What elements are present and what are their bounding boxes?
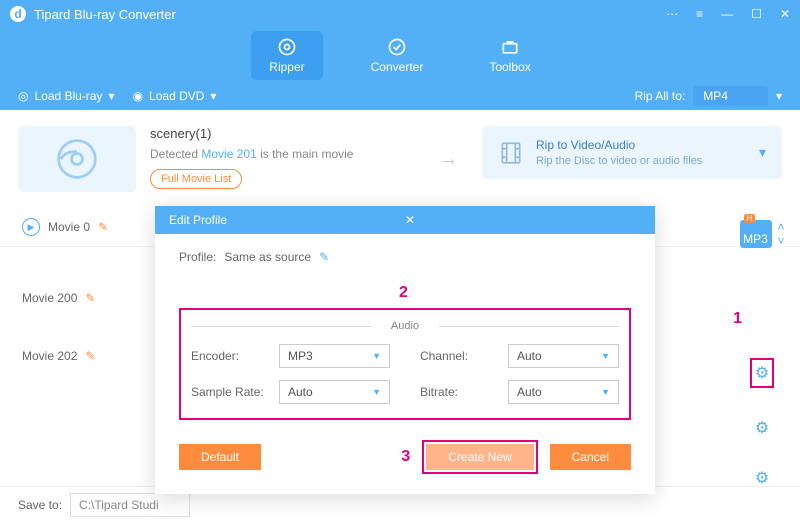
detected-movie-link[interactable]: Movie 201	[201, 147, 256, 161]
annotation-3: 3	[401, 448, 410, 466]
arrow-right-icon: →	[438, 148, 468, 171]
chevron-down-icon: ▼	[372, 387, 381, 397]
channel-select[interactable]: Auto▼	[508, 344, 619, 368]
tab-converter[interactable]: Converter	[353, 31, 442, 80]
minimize-icon[interactable]: —	[721, 7, 733, 21]
dvd-icon: ◉	[133, 89, 143, 103]
edit-profile-modal: Edit Profile ✕ Profile: Same as source ✎…	[155, 206, 655, 494]
annotation-1: 1	[733, 310, 742, 328]
create-new-button[interactable]: Create New	[426, 444, 533, 470]
chevron-down-icon: ▾	[109, 89, 115, 103]
play-icon[interactable]: ▶	[22, 218, 40, 236]
tab-toolbox[interactable]: Toolbox	[471, 31, 548, 80]
edit-icon[interactable]: ✎	[85, 291, 95, 305]
movie-title: Movie 202	[22, 349, 77, 363]
annotation-box-2: Audio Encoder: MP3▼ Channel: Auto▼ Sampl…	[179, 308, 631, 420]
app-title: Tipard Blu-ray Converter	[34, 7, 666, 22]
load-dvd-button[interactable]: ◉ Load DVD ▾	[133, 89, 217, 103]
save-label: Save to:	[18, 498, 62, 512]
gear-icon[interactable]: ⚙	[755, 365, 769, 382]
chevron-down-icon: ▼	[601, 387, 610, 397]
save-path-input[interactable]: C:\Tipard Studi	[70, 493, 190, 517]
toolbox-icon	[500, 37, 520, 57]
chevron-down-icon[interactable]: ˅	[778, 234, 785, 248]
profile-value: Same as source	[224, 250, 311, 264]
sample-rate-label: Sample Rate:	[191, 385, 269, 399]
encoder-select[interactable]: MP3▼	[279, 344, 390, 368]
cancel-button[interactable]: Cancel	[550, 444, 631, 470]
audio-section-title: Audio	[191, 320, 619, 332]
annotation-2: 2	[399, 284, 800, 302]
close-icon[interactable]: ✕	[405, 213, 641, 227]
disc-name: scenery(1)	[150, 126, 424, 141]
feedback-icon[interactable]: ⋯	[666, 7, 678, 21]
gear-icon[interactable]: ⚙	[755, 468, 769, 488]
rip-card-sub: Rip the Disc to video or audio files	[536, 155, 747, 167]
edit-icon[interactable]: ✎	[85, 349, 95, 363]
chevron-down-icon: ▼	[601, 351, 610, 361]
rip-card-title: Rip to Video/Audio	[536, 138, 747, 152]
edit-icon[interactable]: ✎	[98, 220, 108, 234]
encoder-label: Encoder:	[191, 349, 269, 363]
rip-card[interactable]: Rip to Video/Audio Rip the Disc to video…	[482, 126, 782, 179]
disc-icon	[277, 37, 297, 57]
default-button[interactable]: Default	[179, 444, 261, 470]
chevron-up-icon[interactable]: ˄	[778, 220, 785, 234]
edit-icon[interactable]: ✎	[319, 250, 329, 264]
movie-title: Movie 0	[48, 220, 90, 234]
sample-rate-select[interactable]: Auto▼	[279, 380, 390, 404]
chevron-down-icon[interactable]: ▾	[776, 89, 782, 103]
app-logo: d	[10, 6, 26, 22]
convert-icon	[387, 37, 407, 57]
film-icon	[498, 140, 524, 166]
profile-label: Profile:	[179, 250, 216, 264]
gear-icon[interactable]: ⚙	[755, 418, 769, 438]
ripall-label: Rip All to:	[635, 89, 686, 103]
menu-icon[interactable]: ≡	[696, 7, 703, 21]
annotation-box-1: ⚙	[750, 358, 774, 388]
disc-thumbnail	[18, 126, 136, 192]
tab-converter-label: Converter	[371, 60, 424, 74]
chevron-down-icon: ▾	[210, 89, 216, 103]
tab-toolbox-label: Toolbox	[489, 60, 530, 74]
movie-title: Movie 200	[22, 291, 77, 305]
bitrate-select[interactable]: Auto▼	[508, 380, 619, 404]
tab-ripper[interactable]: Ripper	[251, 31, 322, 80]
format-badge[interactable]: MP3	[740, 220, 772, 248]
tab-ripper-label: Ripper	[269, 60, 304, 74]
annotation-box-3: Create New	[422, 440, 537, 474]
close-icon[interactable]: ✕	[780, 7, 790, 21]
channel-label: Channel:	[420, 349, 498, 363]
detected-text: Detected Movie 201 is the main movie	[150, 147, 424, 161]
full-movie-list-button[interactable]: Full Movie List	[150, 169, 242, 189]
chevron-down-icon: ▼	[372, 351, 381, 361]
ripall-select[interactable]: MP4	[693, 86, 768, 106]
chevron-down-icon[interactable]: ▾	[759, 144, 766, 161]
bluray-icon: ◎	[18, 89, 28, 103]
modal-title: Edit Profile	[169, 213, 405, 227]
maximize-icon[interactable]: ☐	[751, 7, 762, 21]
bluray-disc-icon	[55, 137, 99, 181]
bitrate-label: Bitrate:	[420, 385, 498, 399]
load-bluray-button[interactable]: ◎ Load Blu-ray ▾	[18, 89, 115, 103]
